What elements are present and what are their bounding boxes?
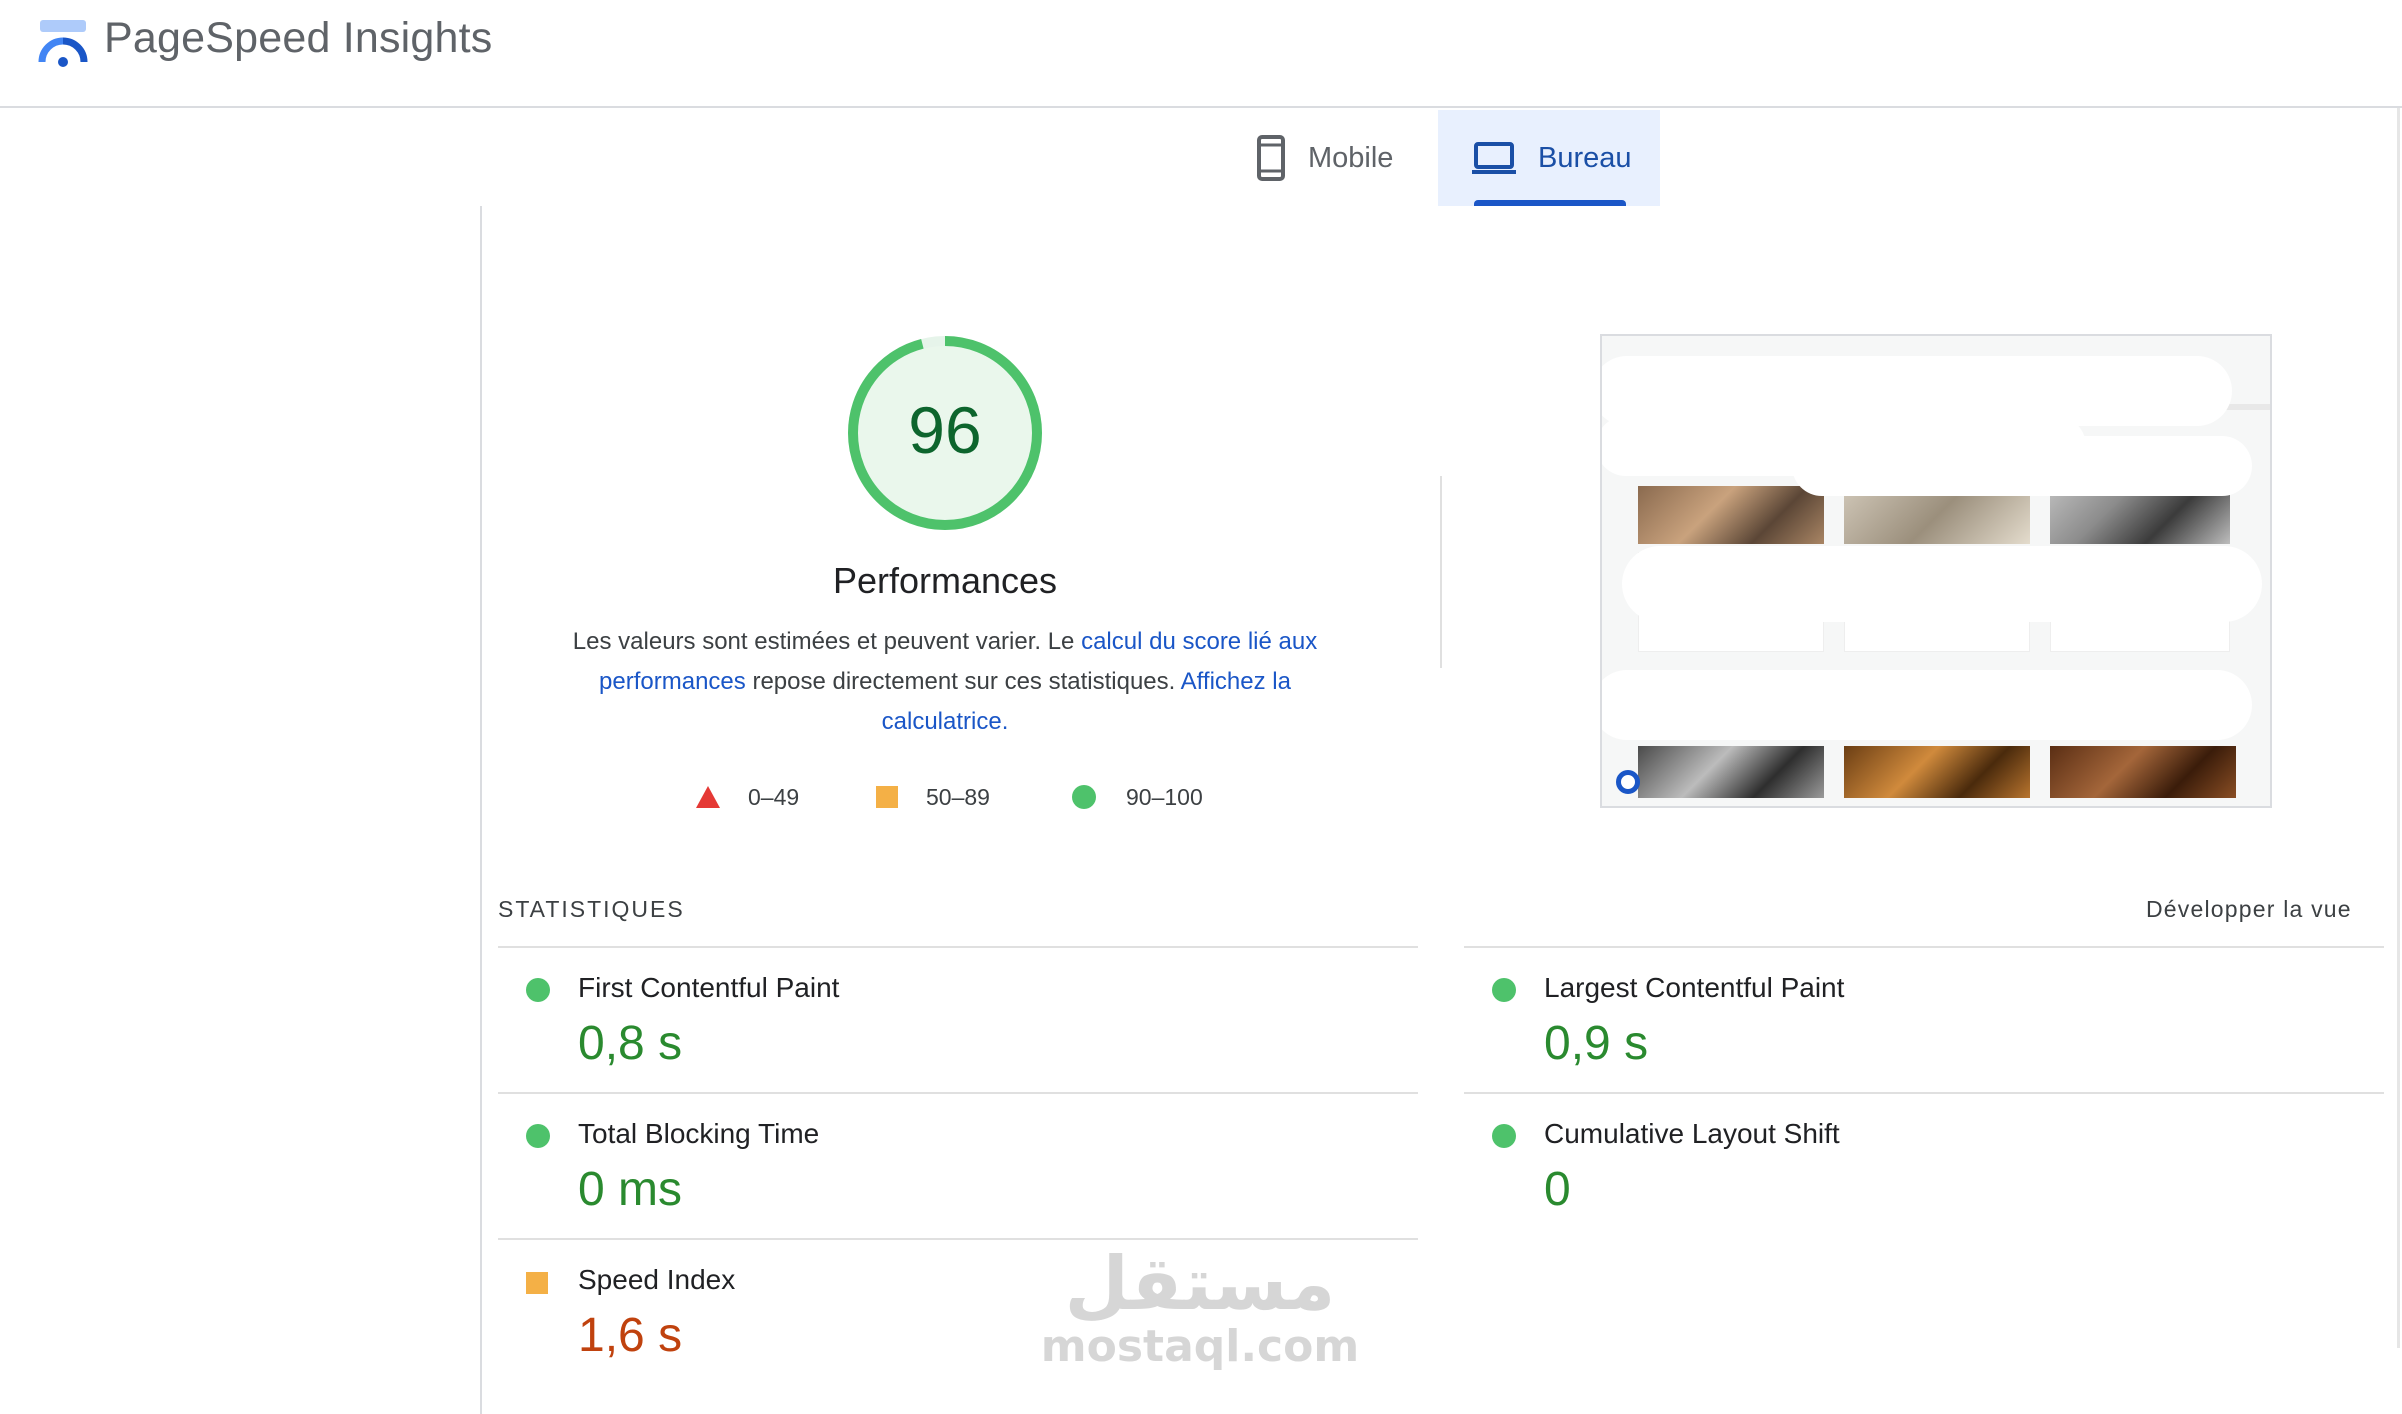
pass-indicator-icon [1492, 978, 1516, 1002]
pass-indicator-icon [1492, 1124, 1516, 1148]
description-text: repose directement sur ces statistiques. [745, 668, 1181, 695]
smartphone-icon [1257, 135, 1285, 181]
divider [498, 1238, 1418, 1240]
statistics-heading: STATISTIQUES [498, 896, 685, 922]
expand-view-button[interactable]: Développer la vue [2146, 896, 2352, 923]
thumbnail-image [2050, 746, 2236, 798]
panel-divider-left [480, 206, 482, 1414]
pagespeed-gauge-icon[interactable] [36, 18, 90, 68]
metric-fcp-value: 0,8 s [578, 1017, 683, 1070]
description-text: Les valeurs sont estimées et peuvent var… [572, 628, 1082, 655]
metric-si-value: 1,6 s [578, 1309, 683, 1362]
legend-fail: 0–49 [696, 782, 799, 812]
performance-score: 96 [908, 393, 982, 467]
legend-average: 50–89 [876, 782, 990, 812]
watermark-latin: mostaql.com [1040, 1321, 1360, 1372]
legend-pass: 90–100 [1072, 782, 1203, 812]
circle-icon [1072, 785, 1096, 809]
metric-tbt-value: 0 ms [578, 1163, 683, 1216]
thumbnail-image [1844, 488, 2030, 544]
divider [1464, 1092, 2384, 1094]
metric-lcp-label: Largest Contentful Paint [1544, 972, 1845, 1003]
pass-indicator-icon [526, 1124, 550, 1148]
metric-tbt-label: Total Blocking Time [578, 1118, 820, 1149]
legend-pass-range: 90–100 [1126, 783, 1203, 810]
mostaql-watermark: مستقل mostaql.com [1040, 1244, 1360, 1370]
loading-icon [1616, 770, 1640, 794]
divider [498, 1092, 1418, 1094]
thumbnail-image [1844, 746, 2030, 798]
triangle-icon [696, 786, 720, 808]
pass-indicator-icon [526, 978, 550, 1002]
tab-mobile-label: Mobile [1308, 141, 1394, 174]
tab-mobile[interactable]: Mobile [1250, 110, 1438, 206]
thumbnail-image [1638, 486, 1824, 544]
metric-cls-value: 0 [1544, 1163, 1571, 1216]
thumbnail-image [1638, 746, 1824, 798]
legend-average-range: 50–89 [926, 783, 990, 810]
panel-divider-middle [1440, 476, 1442, 668]
metric-cls-label: Cumulative Layout Shift [1544, 1118, 1840, 1149]
legend-fail-range: 0–49 [748, 783, 800, 810]
app-header: PageSpeed Insights [0, 0, 2402, 108]
metric-fcp-label: First Contentful Paint [578, 972, 840, 1003]
active-tab-indicator [1474, 200, 1626, 206]
app-title[interactable]: PageSpeed Insights [104, 14, 493, 63]
square-icon [876, 786, 898, 808]
tab-desktop[interactable]: Bureau [1438, 110, 1660, 206]
tab-desktop-label: Bureau [1538, 141, 1632, 174]
divider [498, 946, 1418, 948]
redaction-blob [1602, 670, 2252, 740]
metric-lcp-value: 0,9 s [1544, 1017, 1649, 1070]
performance-title: Performances [832, 560, 1058, 601]
metric-si-label: Speed Index [578, 1264, 736, 1295]
page-scrollbar[interactable] [2397, 108, 2400, 1348]
page-screenshot-thumbnail[interactable] [1600, 334, 2272, 808]
laptop-icon [1472, 142, 1516, 174]
redaction-blob [1622, 546, 2262, 622]
average-indicator-icon [526, 1272, 548, 1294]
performance-description: Les valeurs sont estimées et peuvent var… [545, 622, 1345, 742]
watermark-arabic: مستقل [1064, 1241, 1336, 1327]
redaction-blob [1792, 436, 2252, 496]
divider [1464, 946, 2384, 948]
